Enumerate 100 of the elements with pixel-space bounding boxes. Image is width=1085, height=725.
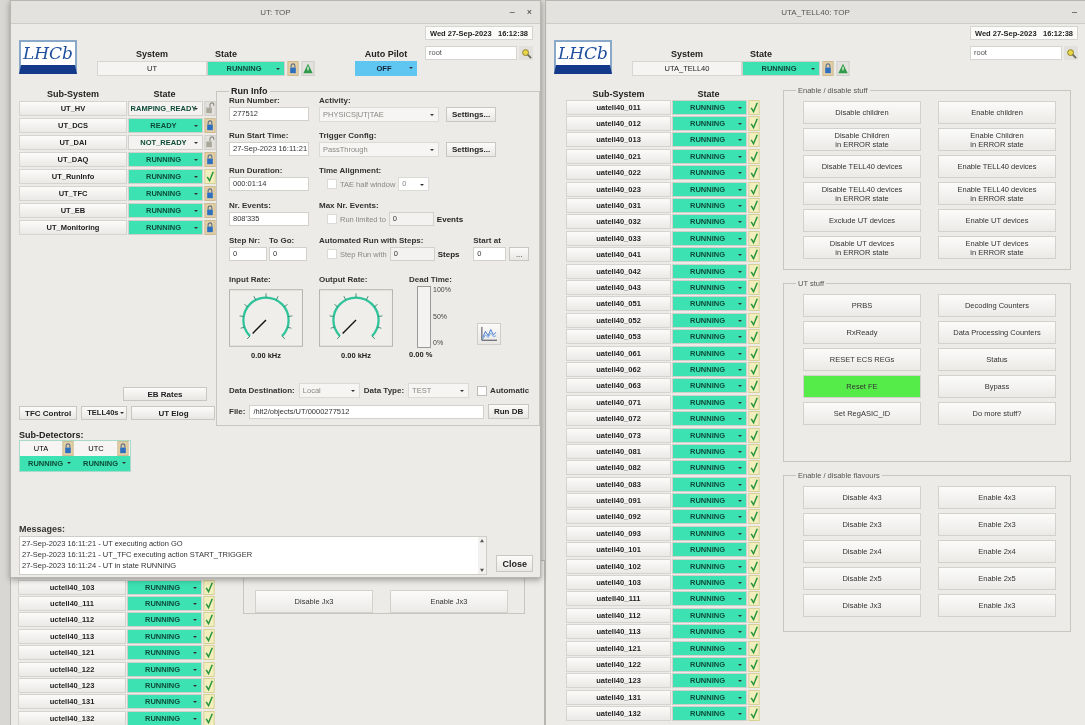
check-icon[interactable]: [748, 230, 760, 246]
padlock-icon[interactable]: [204, 186, 216, 201]
caret-icon: [67, 462, 71, 464]
check-icon[interactable]: [748, 542, 760, 558]
warning-icon[interactable]: [836, 61, 850, 76]
check-icon[interactable]: [748, 165, 760, 181]
caret-icon: [738, 450, 742, 453]
check-icon[interactable]: [748, 247, 760, 263]
caret-icon: [738, 352, 742, 355]
check-icon[interactable]: [748, 706, 760, 722]
search-button[interactable]: [519, 46, 533, 60]
caret-icon: [120, 412, 125, 414]
caret-icon: [738, 139, 742, 142]
check-icon[interactable]: [748, 525, 760, 541]
minimize-button[interactable]: –: [1070, 7, 1079, 17]
check-icon[interactable]: [748, 689, 760, 705]
check-icon[interactable]: [203, 645, 215, 661]
check-icon[interactable]: [748, 378, 760, 394]
check-icon[interactable]: [748, 558, 760, 574]
check-icon[interactable]: [748, 493, 760, 509]
check-icon[interactable]: [748, 624, 760, 640]
check-icon[interactable]: [748, 591, 760, 607]
check-icon[interactable]: [748, 427, 760, 443]
caret-icon: [738, 205, 742, 208]
check-icon[interactable]: [203, 628, 215, 644]
padlock-icon[interactable]: [822, 61, 834, 76]
check-icon[interactable]: [203, 612, 215, 628]
search-icon: [1065, 47, 1077, 59]
check-icon[interactable]: [748, 148, 760, 164]
scrollbar[interactable]: [478, 537, 487, 574]
close-button[interactable]: ×: [524, 7, 534, 17]
minimize-button[interactable]: –: [507, 7, 517, 17]
caret-icon: [811, 68, 815, 70]
checkbox[interactable]: [477, 385, 488, 396]
search-button[interactable]: [1064, 46, 1078, 60]
open-padlock-icon[interactable]: [204, 135, 216, 150]
check-icon[interactable]: [748, 640, 760, 656]
caret-icon: [193, 685, 197, 688]
open-padlock-icon[interactable]: [204, 101, 216, 116]
check-icon[interactable]: [748, 198, 760, 214]
chart-icon: [480, 326, 498, 342]
check-icon[interactable]: [748, 345, 760, 361]
check-icon[interactable]: [203, 661, 215, 677]
check-icon[interactable]: [204, 169, 216, 184]
check-icon[interactable]: [748, 280, 760, 295]
check-icon[interactable]: [748, 181, 760, 197]
check-icon[interactable]: [748, 394, 760, 410]
check-icon[interactable]: [748, 214, 760, 230]
padlock-icon[interactable]: [204, 152, 216, 167]
check-icon[interactable]: [748, 116, 760, 132]
caret-icon: [193, 652, 197, 655]
caret-icon: [193, 717, 197, 720]
chart-button[interactable]: [477, 323, 501, 345]
check-icon[interactable]: [748, 329, 760, 345]
check-icon[interactable]: [748, 411, 760, 427]
check-icon[interactable]: [748, 460, 760, 476]
check-icon[interactable]: [748, 296, 760, 312]
check-icon[interactable]: [748, 673, 760, 689]
caret-icon: [430, 114, 434, 116]
padlock-icon[interactable]: [204, 118, 216, 133]
check-icon[interactable]: [748, 575, 760, 590]
check-icon[interactable]: [748, 607, 760, 623]
eb-rates-button[interactable]: EB Rates: [123, 387, 207, 401]
field-label: Run Duration:: [229, 166, 284, 175]
caret-icon: [738, 713, 742, 716]
tfc-control-button[interactable]: TFC Control: [19, 406, 78, 420]
close-button[interactable]: Close: [496, 555, 533, 572]
check-icon[interactable]: [203, 694, 215, 710]
check-icon[interactable]: [748, 132, 760, 148]
field-label: Data Destination:: [229, 386, 295, 395]
check-icon[interactable]: [748, 509, 760, 525]
check-icon[interactable]: [748, 656, 760, 672]
run-db-button[interactable]: Run DB: [487, 404, 530, 419]
check-icon[interactable]: [748, 263, 760, 279]
group-title: Run Info: [230, 86, 269, 96]
caret-icon: [738, 467, 742, 470]
check-icon[interactable]: [203, 579, 215, 595]
padlock-icon[interactable]: [62, 441, 74, 456]
column-header: State: [152, 89, 177, 99]
padlock-icon[interactable]: [117, 441, 129, 456]
padlock-icon[interactable]: [204, 220, 216, 235]
section-label: Messages:: [19, 524, 67, 534]
check-icon[interactable]: [748, 99, 760, 115]
padlock-icon[interactable]: [287, 61, 299, 76]
elog-button[interactable]: UT Elog: [131, 406, 216, 420]
check-icon[interactable]: [748, 312, 760, 328]
caret-icon: [738, 565, 742, 568]
search-icon: [520, 47, 532, 59]
field-label: Start at: [473, 236, 502, 245]
caret-icon: [738, 598, 742, 601]
check-icon[interactable]: [203, 710, 215, 725]
check-icon[interactable]: [748, 476, 760, 492]
check-icon[interactable]: [203, 596, 215, 612]
check-icon[interactable]: [203, 678, 215, 694]
check-icon[interactable]: [748, 443, 760, 459]
padlock-icon[interactable]: [204, 203, 216, 218]
field-label: Time Alignment:: [319, 166, 383, 175]
caret-icon: [738, 663, 742, 666]
warning-icon[interactable]: [301, 61, 315, 76]
check-icon[interactable]: [748, 361, 760, 377]
